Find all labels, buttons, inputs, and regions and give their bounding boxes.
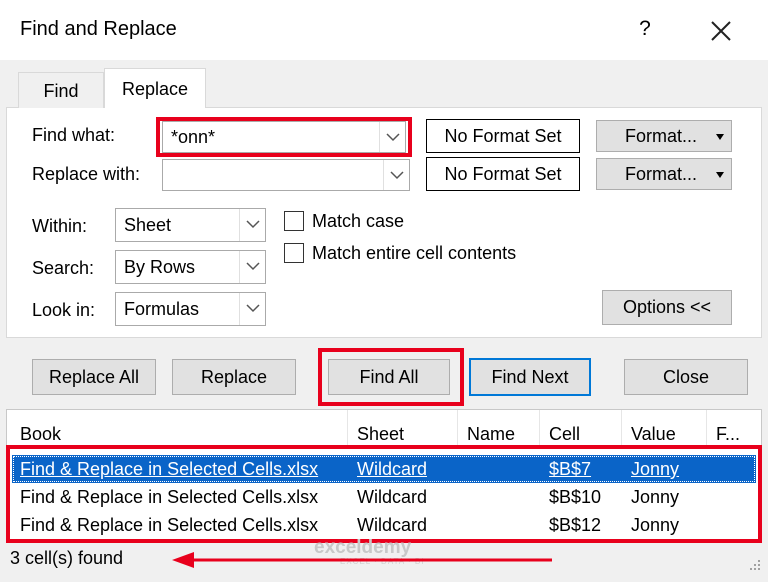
replace-format-button[interactable]: Format... <box>596 158 732 190</box>
within-dropdown[interactable] <box>239 209 265 241</box>
help-button[interactable]: ? <box>630 14 660 44</box>
chevron-down-icon <box>246 262 260 271</box>
tab-replace[interactable]: Replace <box>104 68 206 108</box>
results-highlight <box>6 445 762 543</box>
caret-down-icon <box>716 134 724 140</box>
close-icon[interactable] <box>704 14 738 48</box>
find-next-button[interactable]: Find Next <box>469 358 591 396</box>
annotation-arrow-icon <box>172 552 552 568</box>
search-select[interactable]: By Rows <box>115 250 266 284</box>
column-divider[interactable] <box>539 410 540 448</box>
find-what-highlight <box>156 117 412 157</box>
tab-find[interactable]: Find <box>18 72 104 108</box>
find-all-highlight <box>318 348 464 406</box>
tab-find-label: Find <box>43 81 79 101</box>
tab-replace-label: Replace <box>121 79 189 99</box>
column-header-value[interactable]: Value <box>631 420 676 448</box>
replace-format-preview: No Format Set <box>426 157 580 191</box>
column-header-book[interactable]: Book <box>20 420 61 448</box>
find-format-label: Format... <box>625 126 698 146</box>
search-value: By Rows <box>124 257 196 277</box>
column-header-sheet[interactable]: Sheet <box>357 420 404 448</box>
look-in-select[interactable]: Formulas <box>115 292 266 326</box>
search-label: Search: <box>32 258 95 278</box>
column-divider[interactable] <box>347 410 348 448</box>
within-label: Within: <box>32 216 88 236</box>
match-entire-checkbox[interactable] <box>284 243 304 263</box>
replace-all-button[interactable]: Replace All <box>32 359 156 395</box>
within-select[interactable]: Sheet <box>115 208 266 242</box>
close-button[interactable]: Close <box>624 359 748 395</box>
look-in-label: Look in: <box>32 300 96 320</box>
replace-button[interactable]: Replace <box>172 359 296 395</box>
caret-down-icon <box>716 172 724 178</box>
options-button[interactable]: Options << <box>602 290 732 325</box>
match-case-checkbox[interactable] <box>284 211 304 231</box>
resize-grip-icon[interactable] <box>744 556 762 574</box>
find-what-label: Find what: <box>32 125 116 145</box>
chevron-down-icon <box>390 171 404 180</box>
status-text: 3 cell(s) found <box>10 548 124 568</box>
replace-with-label: Replace with: <box>32 164 141 184</box>
look-in-dropdown[interactable] <box>239 293 265 325</box>
column-divider[interactable] <box>457 410 458 448</box>
search-dropdown[interactable] <box>239 251 265 283</box>
match-case-label[interactable]: Match case <box>312 211 404 232</box>
find-format-preview: No Format Set <box>426 119 580 153</box>
column-header-cell[interactable]: Cell <box>549 420 580 448</box>
find-format-button[interactable]: Format... <box>596 120 732 152</box>
replace-format-label: Format... <box>625 164 698 184</box>
match-entire-label[interactable]: Match entire cell contents <box>312 243 516 264</box>
replace-with-input[interactable] <box>162 159 410 191</box>
chevron-down-icon <box>246 220 260 229</box>
within-value: Sheet <box>124 215 172 235</box>
replace-with-dropdown[interactable] <box>383 160 409 190</box>
column-divider[interactable] <box>706 410 707 448</box>
column-header-name[interactable]: Name <box>467 420 515 448</box>
look-in-value: Formulas <box>124 299 200 319</box>
column-header-formula[interactable]: F... <box>716 420 740 448</box>
dialog-title: Find and Replace <box>20 18 177 40</box>
column-divider[interactable] <box>621 410 622 448</box>
chevron-down-icon <box>246 304 260 313</box>
